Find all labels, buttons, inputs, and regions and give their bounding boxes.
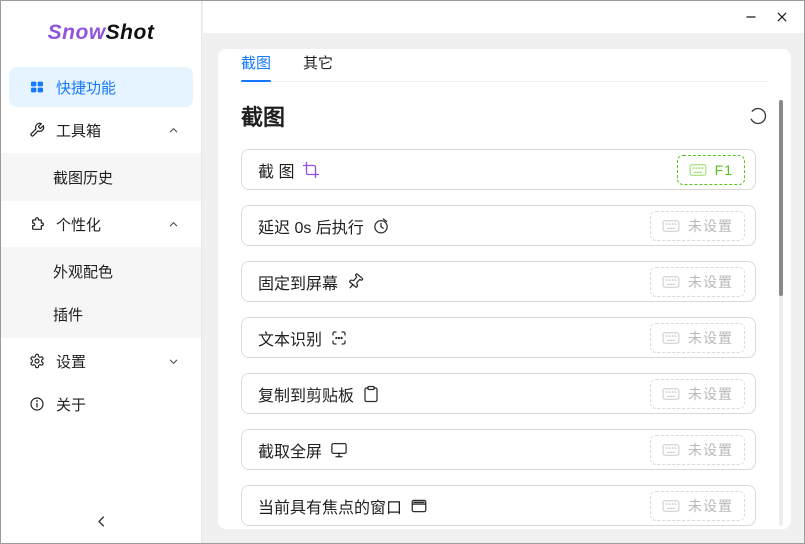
sidebar-item-toolbox[interactable]: 工具箱	[9, 110, 193, 150]
hotkey-value: 未设置	[688, 216, 733, 236]
page-title: 截图	[241, 100, 285, 132]
sidebar-item-settings[interactable]: 设置	[9, 341, 193, 381]
chevron-up-icon	[168, 219, 179, 230]
logo-text-snow: Snow	[48, 21, 106, 45]
sidebar-item-label: 插件	[53, 304, 179, 325]
monitor-icon	[330, 441, 348, 459]
tab-screenshot[interactable]: 截图	[241, 52, 271, 81]
shortcut-label: 截取全屏	[258, 438, 322, 462]
tab-other[interactable]: 其它	[303, 52, 333, 81]
timer-icon	[372, 217, 390, 235]
shortcut-grid-icon	[29, 79, 45, 95]
keyboard-icon	[662, 443, 680, 457]
snowshot-window: SnowShot 快捷功能 工具箱 截图历史	[0, 0, 805, 544]
wrench-icon	[29, 122, 45, 138]
main-area: 截图 其它 截图 截 图 F1	[203, 1, 804, 543]
app-logo: SnowShot	[1, 1, 201, 64]
chevron-left-icon	[94, 514, 109, 529]
sidebar-item-screenshot-history[interactable]: 截图历史	[9, 157, 193, 197]
shortcut-label: 截 图	[258, 158, 294, 182]
toolbox-submenu: 截图历史	[1, 153, 201, 201]
hotkey-value: 未设置	[688, 272, 733, 292]
sidebar-item-label: 关于	[56, 394, 179, 415]
tab-label: 其它	[303, 55, 333, 72]
focused-window-icon	[410, 497, 428, 515]
shortcut-settings-panel: 截图 其它 截图 截 图 F1	[218, 49, 791, 529]
minimize-button[interactable]	[735, 3, 766, 31]
hotkey-badge[interactable]: 未设置	[650, 267, 745, 297]
sidebar-item-plugins[interactable]: 插件	[9, 294, 193, 334]
hotkey-value: 未设置	[688, 496, 733, 516]
info-icon	[29, 396, 45, 412]
shortcut-list: 截 图 F1 延迟 0s 后执行 未设置 固定到屏幕	[241, 149, 756, 526]
sidebar-item-label: 设置	[56, 351, 157, 372]
loading-spinner-icon	[748, 106, 768, 126]
puzzle-icon	[29, 216, 45, 232]
crop-icon	[302, 161, 320, 179]
close-button[interactable]	[766, 3, 797, 31]
keyboard-icon	[662, 499, 680, 513]
shortcut-row-focused-window[interactable]: 当前具有焦点的窗口 未设置	[241, 485, 756, 526]
sidebar-item-label: 工具箱	[56, 120, 157, 141]
sidebar-item-about[interactable]: 关于	[9, 384, 193, 424]
shortcut-label: 文本识别	[258, 326, 322, 350]
keyboard-icon	[662, 275, 680, 289]
sidebar: SnowShot 快捷功能 工具箱 截图历史	[1, 1, 202, 543]
shortcut-row-copy-to-clipboard[interactable]: 复制到剪贴板 未设置	[241, 373, 756, 414]
hotkey-badge[interactable]: 未设置	[650, 323, 745, 353]
shortcut-label: 复制到剪贴板	[258, 382, 354, 406]
logo-text-shot: Shot	[106, 21, 155, 45]
hotkey-badge[interactable]: 未设置	[650, 435, 745, 465]
chevron-down-icon	[168, 356, 179, 367]
hotkey-badge[interactable]: F1	[677, 155, 745, 185]
shortcut-label: 延迟 0s 后执行	[258, 214, 364, 238]
section-header: 截图	[241, 102, 768, 130]
ocr-scan-icon	[330, 329, 348, 347]
keyboard-icon	[662, 219, 680, 233]
sidebar-item-label: 个性化	[56, 214, 157, 235]
keyboard-icon	[662, 387, 680, 401]
sidebar-item-label: 截图历史	[53, 167, 179, 188]
window-titlebar	[203, 1, 804, 33]
sidebar-item-personalization[interactable]: 个性化	[9, 204, 193, 244]
chevron-up-icon	[168, 125, 179, 136]
hotkey-value: F1	[715, 162, 733, 178]
shortcut-label: 固定到屏幕	[258, 270, 338, 294]
tab-bar: 截图 其它	[241, 49, 768, 82]
sidebar-item-label: 外观配色	[53, 261, 179, 282]
shortcut-row-delay-execute[interactable]: 延迟 0s 后执行 未设置	[241, 205, 756, 246]
personalization-submenu: 外观配色 插件	[1, 247, 201, 338]
sidebar-item-quick-functions[interactable]: 快捷功能	[9, 67, 193, 107]
scrollbar[interactable]	[779, 100, 783, 526]
clipboard-icon	[362, 385, 380, 403]
hotkey-badge[interactable]: 未设置	[650, 211, 745, 241]
gear-icon	[29, 353, 45, 369]
hotkey-badge[interactable]: 未设置	[650, 379, 745, 409]
shortcut-row-pin-to-screen[interactable]: 固定到屏幕 未设置	[241, 261, 756, 302]
shortcut-row-screenshot[interactable]: 截 图 F1	[241, 149, 756, 190]
keyboard-icon	[689, 163, 707, 177]
hotkey-badge[interactable]: 未设置	[650, 491, 745, 521]
minimize-icon	[744, 10, 758, 24]
close-icon	[775, 10, 789, 24]
sidebar-item-appearance[interactable]: 外观配色	[9, 251, 193, 291]
shortcut-row-capture-fullscreen[interactable]: 截取全屏 未设置	[241, 429, 756, 470]
sidebar-menu: 快捷功能 工具箱 截图历史 个性化	[1, 67, 201, 424]
hotkey-value: 未设置	[688, 440, 733, 460]
sidebar-collapse-button[interactable]	[1, 511, 201, 531]
tab-label: 截图	[241, 55, 271, 72]
sidebar-item-label: 快捷功能	[56, 77, 179, 98]
shortcut-label: 当前具有焦点的窗口	[258, 494, 402, 518]
keyboard-icon	[662, 331, 680, 345]
hotkey-value: 未设置	[688, 384, 733, 404]
pin-icon	[342, 269, 367, 294]
scrollbar-thumb[interactable]	[779, 100, 783, 296]
hotkey-value: 未设置	[688, 328, 733, 348]
shortcut-row-text-recognition[interactable]: 文本识别 未设置	[241, 317, 756, 358]
